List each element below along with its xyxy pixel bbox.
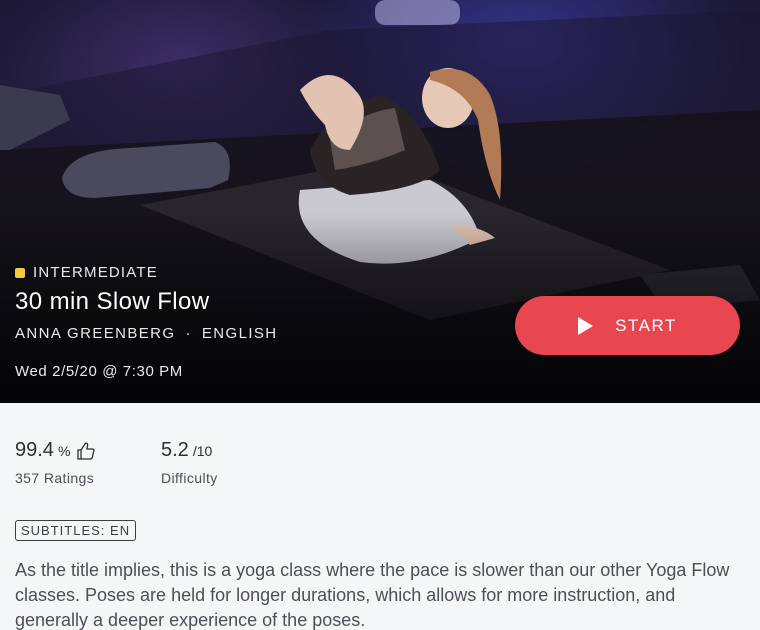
level-indicator-icon bbox=[15, 267, 25, 278]
difficulty-value: 5.2 bbox=[161, 439, 189, 461]
meta-separator: · bbox=[185, 325, 192, 342]
class-description: As the title implies, this is a yoga cla… bbox=[15, 560, 730, 630]
rating-value: 99.4 bbox=[15, 439, 54, 461]
rating-stat: 99.4 % 357 Ratings bbox=[15, 439, 96, 486]
subtitles-badge: SUBTITLES: EN bbox=[15, 520, 137, 541]
thumbs-up-icon bbox=[77, 441, 95, 460]
class-meta: ANNA GREENBERG · ENGLISH bbox=[15, 325, 278, 342]
start-button-label: START bbox=[615, 315, 677, 335]
difficulty-unit: /10 bbox=[192, 443, 213, 459]
class-hero: INTERMEDIATE 30 min Slow Flow ANNA GREEN… bbox=[0, 0, 760, 403]
ratings-count: 357 Ratings bbox=[15, 470, 95, 486]
instructor-name[interactable]: ANNA GREENBERG bbox=[15, 325, 175, 342]
difficulty-label: Difficulty bbox=[161, 470, 218, 486]
play-icon bbox=[578, 316, 594, 335]
class-air-date: Wed 2/5/20 @ 7:30 PM bbox=[15, 363, 183, 380]
class-title: 30 min Slow Flow bbox=[15, 288, 210, 315]
start-button[interactable]: START bbox=[515, 296, 740, 355]
class-level-label: INTERMEDIATE bbox=[33, 264, 158, 281]
rating-unit: % bbox=[57, 443, 71, 459]
difficulty-stat: 5.2 /10 Difficulty bbox=[161, 439, 218, 486]
class-info-panel: 99.4 % 357 Ratings 5.2 /10 Difficulty SU… bbox=[0, 403, 760, 630]
class-language: ENGLISH bbox=[201, 325, 278, 342]
class-level: INTERMEDIATE bbox=[15, 264, 158, 281]
